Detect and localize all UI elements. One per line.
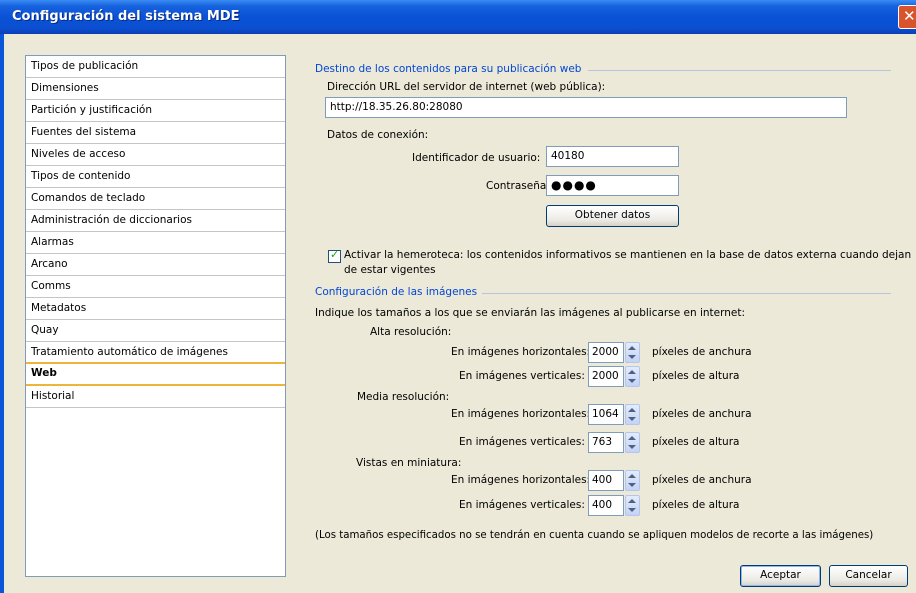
spinner-icon[interactable] [625,342,640,363]
dialog-window: Configuración del sistema MDE ✕ Tipos de… [0,0,916,593]
medium-h-unit: píxeles de anchura [652,408,752,420]
checkmark-icon: ✓ [330,248,340,261]
medium-h-value[interactable]: 1064 [588,404,624,425]
sidebar-item-alarmas[interactable]: Alarmas [26,232,285,254]
archive-checkbox[interactable]: ✓ [328,248,341,263]
spinner-icon[interactable] [625,366,640,387]
images-intro: Indique los tamaños a los que se enviará… [315,307,746,319]
sidebar-item-quay[interactable]: Quay [26,320,285,342]
thumb-v-value[interactable]: 400 [588,495,624,516]
sidebar-item-tipos-contenido[interactable]: Tipos de contenido [26,166,285,188]
sidebar-item-arcano[interactable]: Arcano [26,254,285,276]
close-icon: ✕ [903,7,916,25]
thumb-label: Vistas en miniatura: [356,457,462,469]
window-title: Configuración del sistema MDE [12,9,240,24]
medium-v-unit: píxeles de altura [652,436,740,448]
sidebar-item-comandos-teclado[interactable]: Comandos de teclado [26,188,285,210]
medium-h-stepper[interactable]: 1064 [588,404,640,425]
sidebar-item-historial[interactable]: Historial [26,386,285,408]
cancel-button[interactable]: Cancelar [829,565,908,587]
high-h-unit: píxeles de anchura [652,346,752,358]
section-divider [482,293,891,294]
fetch-data-button[interactable]: Obtener datos [546,205,679,227]
sidebar-item-metadatos[interactable]: Metadatos [26,298,285,320]
archive-label: Activar la hemeroteca: los contenidos in… [344,249,912,261]
user-id-input[interactable]: 40180 [546,146,679,167]
spinner-icon[interactable] [625,495,640,516]
medium-res-label: Media resolución: [357,391,450,403]
high-v-stepper[interactable]: 2000 [588,366,640,387]
high-h-label: En imágenes horizontales: [451,346,591,358]
sidebar-item-web[interactable]: Web [26,362,285,386]
medium-v-value[interactable]: 763 [588,432,624,453]
sidebar-item-diccionarios[interactable]: Administración de diccionarios [26,210,285,232]
thumb-v-unit: píxeles de altura [652,499,740,511]
close-button[interactable]: ✕ [898,5,916,29]
accept-button[interactable]: Aceptar [740,565,821,587]
high-v-value[interactable]: 2000 [588,366,624,387]
thumb-h-label: En imágenes horizontales: [451,474,591,486]
url-label: Dirección URL del servidor de internet (… [327,81,606,93]
medium-h-label: En imágenes horizontales: [451,408,591,420]
connection-label: Datos de conexión: [327,129,429,141]
thumb-h-value[interactable]: 400 [588,470,624,491]
medium-v-label: En imágenes verticales: [459,436,585,448]
high-h-value[interactable]: 2000 [588,342,624,363]
sidebar-item-fuentes[interactable]: Fuentes del sistema [26,122,285,144]
spinner-icon[interactable] [625,432,640,453]
spinner-icon[interactable] [625,470,640,491]
thumb-v-label: En imágenes verticales: [459,499,585,511]
high-h-stepper[interactable]: 2000 [588,342,640,363]
thumb-h-unit: píxeles de anchura [652,474,752,486]
window-frame [0,34,4,593]
sidebar-item-tratamiento-imagenes[interactable]: Tratamiento automático de imágenes [26,342,285,364]
sidebar-item-comms[interactable]: Comms [26,276,285,298]
sidebar-item-dimensiones[interactable]: Dimensiones [26,78,285,100]
title-bar[interactable]: Configuración del sistema MDE ✕ [0,0,916,34]
spinner-icon[interactable] [625,404,640,425]
archive-label-cont: de estar vigentes [344,264,436,276]
user-id-label: Identificador de usuario: [412,152,541,164]
section-web-destination: Destino de los contenidos para su public… [315,63,582,75]
medium-v-stepper[interactable]: 763 [588,432,640,453]
sidebar-item-particion[interactable]: Partición y justificación [26,100,285,122]
password-input[interactable]: ●●●● [546,175,679,196]
sidebar-item-tipos-publicacion[interactable]: Tipos de publicación [26,56,285,78]
sidebar-item-niveles-acceso[interactable]: Niveles de acceso [26,144,285,166]
crop-note: (Los tamaños especificados no se tendrán… [315,530,874,541]
section-divider [588,70,891,71]
category-list[interactable]: Tipos de publicación Dimensiones Partici… [25,55,286,577]
section-images: Configuración de las imágenes [315,286,478,298]
high-res-label: Alta resolución: [370,326,452,338]
password-label: Contraseña: [486,180,550,192]
high-v-label: En imágenes verticales: [459,370,585,382]
thumb-v-stepper[interactable]: 400 [588,495,640,516]
thumb-h-stepper[interactable]: 400 [588,470,640,491]
url-input[interactable]: http://18.35.26.80:28080 [325,97,847,118]
high-v-unit: píxeles de altura [652,370,740,382]
